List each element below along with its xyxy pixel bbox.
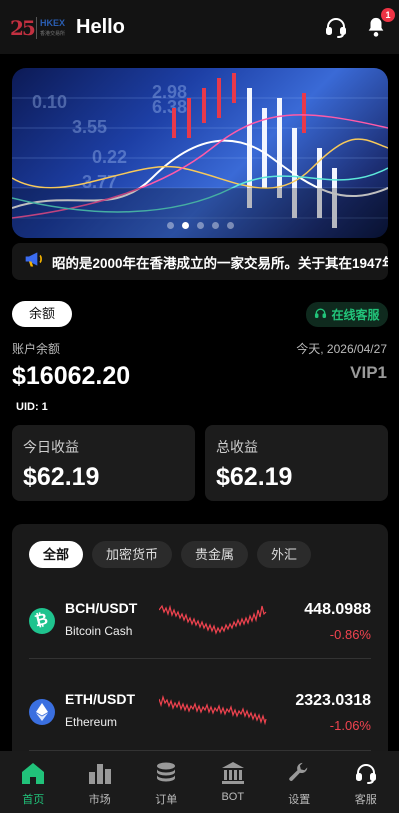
nav-label: 市场 <box>88 794 111 806</box>
balance-button[interactable]: 余额 <box>12 301 72 327</box>
market-tabs: 全部 加密货币 贵金属 外汇 <box>29 541 312 568</box>
total-earnings-label: 总收益 <box>216 439 258 455</box>
total-earnings-card: 总收益 $62.19 <box>205 425 388 501</box>
page-title: Hello <box>76 15 125 38</box>
price-change: -1.06% <box>329 718 371 733</box>
market-row-eth[interactable]: ETH/USDT Ethereum 2323.0318 -1.06% <box>29 679 371 739</box>
pair-name: BCH/USDT <box>65 600 138 616</box>
tab-forex[interactable]: 外汇 <box>257 541 312 568</box>
tab-precious-metals[interactable]: 贵金属 <box>181 541 249 568</box>
announcement-bar[interactable]: 昭的是2000年在香港成立的一家交易所。关于其在1947年 <box>12 243 388 280</box>
svg-text:0.10: 0.10 <box>32 92 67 112</box>
announcement-text: 昭的是2000年在香港成立的一家交易所。关于其在1947年 <box>52 255 388 271</box>
bitcoin-cash-icon: ₿ <box>29 608 55 634</box>
nav-support[interactable]: 客服 <box>333 751 399 813</box>
tab-crypto[interactable]: 加密货币 <box>92 541 173 568</box>
nav-home[interactable]: 首页 <box>0 751 67 813</box>
nav-label: 首页 <box>22 794 45 806</box>
notification-badge: 1 <box>381 8 395 22</box>
carousel-dot[interactable] <box>166 222 174 229</box>
carousel-dot[interactable] <box>196 222 204 229</box>
chart-icon <box>87 760 113 786</box>
bottom-nav: 首页 市场 订单 BOT 设置 客服 <box>0 751 399 813</box>
pair-name: ETH/USDT <box>65 691 135 707</box>
price-change: -0.86% <box>329 627 371 642</box>
today-earnings-card: 今日收益 $62.19 <box>12 425 195 501</box>
stock-chart-illustration: 0.103.550.22 3.772.986.38 <box>12 73 388 238</box>
bank-icon <box>220 760 246 786</box>
balance-value: $16062.20 <box>12 362 131 390</box>
carousel-dots[interactable] <box>12 222 388 229</box>
coins-stack-icon <box>153 760 179 786</box>
megaphone-icon <box>24 250 44 273</box>
headset-icon <box>314 307 327 323</box>
today-earnings-value: $62.19 <box>23 463 100 491</box>
online-service-label: 在线客服 <box>331 308 380 322</box>
coin-name: Ethereum <box>65 715 118 729</box>
hkex-logo: 25 HKEX 香港交易所 <box>10 16 66 40</box>
svg-text:0.22: 0.22 <box>92 147 127 167</box>
vip-level: VIP1 <box>350 363 387 382</box>
nav-settings[interactable]: 设置 <box>266 751 333 813</box>
nav-label: BOT <box>221 791 245 803</box>
nav-label: 订单 <box>155 794 178 806</box>
carousel-dot[interactable] <box>226 222 234 229</box>
tab-all[interactable]: 全部 <box>29 541 84 568</box>
total-earnings-value: $62.19 <box>216 463 293 491</box>
headset-icon <box>353 760 379 786</box>
nav-bot[interactable]: BOT <box>200 751 267 813</box>
home-icon <box>20 760 46 786</box>
nav-label: 客服 <box>354 794 377 806</box>
online-service-button[interactable]: 在线客服 <box>306 302 388 327</box>
top-header: 25 HKEX 香港交易所 Hello 1 <box>0 0 399 54</box>
market-row-bch[interactable]: ₿ BCH/USDT Bitcoin Cash 448.0988 -0.86% <box>29 588 371 648</box>
svg-text:6.38: 6.38 <box>152 97 187 117</box>
price-value: 2323.0318 <box>295 692 371 709</box>
user-id: UID: 1 <box>16 401 48 413</box>
wrench-icon <box>286 760 312 786</box>
promo-banner[interactable]: 0.10 3.55 0.22 3.77 2.98 6.38 <box>12 68 388 238</box>
price-sparkline <box>159 694 267 726</box>
bell-icon[interactable]: 1 <box>363 8 395 40</box>
svg-text:3.55: 3.55 <box>72 117 107 137</box>
row-divider <box>29 658 371 659</box>
today-earnings-label: 今日收益 <box>23 439 79 455</box>
ethereum-icon <box>29 699 55 725</box>
price-value: 448.0988 <box>304 601 371 618</box>
price-sparkline <box>159 604 267 635</box>
carousel-dot-active[interactable] <box>181 222 189 229</box>
account-balance-label: 账户余额 <box>12 342 61 356</box>
nav-label: 设置 <box>288 794 311 806</box>
nav-orders[interactable]: 订单 <box>133 751 200 813</box>
carousel-dot[interactable] <box>211 222 219 229</box>
date-label: 今天, 2026/04/27 <box>296 342 387 356</box>
coin-name: Bitcoin Cash <box>65 624 133 638</box>
nav-market[interactable]: 市场 <box>67 751 134 813</box>
headset-icon[interactable] <box>323 14 349 40</box>
